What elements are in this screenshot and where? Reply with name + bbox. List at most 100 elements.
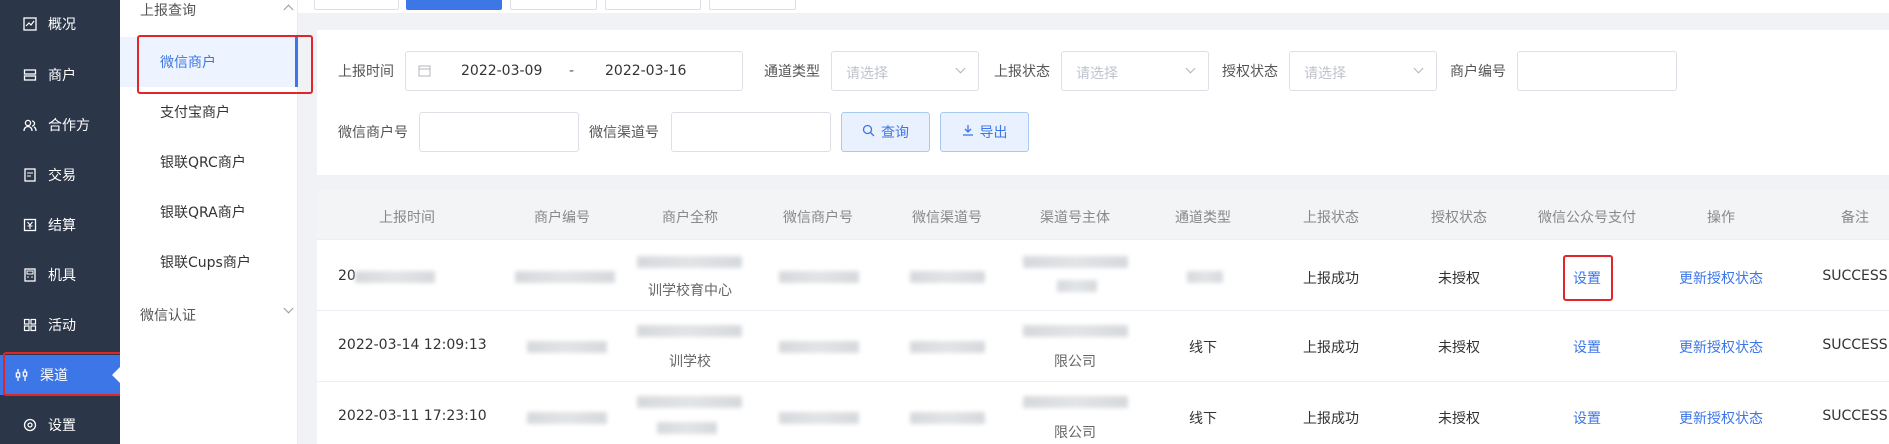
table-header: 上报时间 商户编号 商户全称 微信商户号 微信渠道号 渠道号主体 通道类型 上报…	[317, 190, 1889, 240]
tab-item[interactable]	[510, 0, 597, 10]
tab-item[interactable]	[605, 0, 701, 10]
date-end[interactable]: 2022-03-16	[605, 63, 686, 79]
cell-report-status: 上报成功	[1303, 271, 1359, 287]
table-row: 2022-03-14 12:09:13 训学校 限公司 线下 上报成功 未授权 …	[317, 311, 1889, 382]
nav-item-device[interactable]: 机具	[0, 255, 120, 295]
column-header: 商户全称	[662, 210, 718, 226]
merchant-no-label: 商户编号	[1450, 64, 1506, 80]
auth-status-label: 授权状态	[1222, 64, 1278, 80]
submenu-group-label: 微信认证	[140, 308, 196, 324]
calendar-icon	[418, 64, 431, 81]
update-auth-status-link[interactable]: 更新授权状态	[1679, 268, 1763, 288]
cell-channel-subject: 限公司	[1054, 354, 1096, 370]
nav-item-label: 机具	[48, 268, 76, 284]
select-placeholder: 请选择	[846, 66, 888, 82]
settings-icon	[22, 417, 38, 433]
redacted-block	[779, 412, 859, 424]
redacted-block	[637, 325, 742, 337]
report-time-label: 上报时间	[338, 64, 394, 80]
nav-item-settings[interactable]: 设置	[0, 405, 120, 444]
query-button[interactable]: 查询	[841, 112, 930, 152]
cell-channel-type: 线下	[1189, 411, 1217, 427]
redacted-block	[910, 412, 985, 424]
redacted-block	[1023, 396, 1128, 408]
select-placeholder: 请选择	[1304, 66, 1346, 82]
tab-item[interactable]	[709, 0, 796, 10]
download-icon	[962, 124, 974, 140]
merchant-no-input[interactable]	[1517, 51, 1677, 91]
nav-item-label: 合作方	[48, 118, 90, 134]
auth-status-select[interactable]: 请选择	[1289, 51, 1437, 91]
filter-panel: 上报时间 2022-03-09 - 2022-03-16 通道类型 请选择 上报…	[317, 30, 1889, 175]
redacted-block	[1023, 325, 1128, 337]
export-button[interactable]: 导出	[940, 112, 1029, 152]
tab-item[interactable]	[314, 0, 399, 10]
redacted-block	[527, 412, 607, 424]
redacted-block	[527, 341, 607, 353]
cell-report-status: 上报成功	[1303, 411, 1359, 427]
column-header: 授权状态	[1431, 210, 1487, 226]
cell-auth-status: 未授权	[1438, 340, 1480, 356]
tab-item-active[interactable]	[406, 0, 502, 10]
report-table: 上报时间 商户编号 商户全称 微信商户号 微信渠道号 渠道号主体 通道类型 上报…	[317, 190, 1889, 444]
submenu-item-unionpay-cups[interactable]: 银联Cups商户	[120, 237, 298, 287]
channel-type-select[interactable]: 请选择	[831, 51, 979, 91]
date-range-picker[interactable]: 2022-03-09 - 2022-03-16	[405, 51, 743, 91]
nav-item-transaction[interactable]: 交易	[0, 155, 120, 195]
date-start[interactable]: 2022-03-09	[461, 63, 542, 79]
activity-icon	[22, 317, 38, 333]
highlight-box-wechat-merchant	[137, 35, 313, 94]
update-auth-status-link[interactable]: 更新授权状态	[1679, 408, 1763, 428]
submenu-item-alipay-merchant[interactable]: 支付宝商户	[120, 87, 298, 137]
chevron-down-icon	[1185, 63, 1196, 74]
cell-auth-status: 未授权	[1438, 411, 1480, 427]
nav-item-merchant[interactable]: 商户	[0, 55, 120, 95]
chevron-down-icon	[283, 303, 294, 314]
wx-channel-no-label: 微信渠道号	[589, 125, 659, 141]
report-status-select[interactable]: 请选择	[1061, 51, 1209, 91]
submenu-group-report-query[interactable]: 上报查询	[140, 0, 294, 20]
nav-item-overview[interactable]: 概况	[0, 4, 120, 44]
redacted-block	[355, 271, 435, 283]
redacted-block	[637, 396, 742, 408]
nav-item-activity[interactable]: 活动	[0, 305, 120, 345]
redacted-block	[1187, 271, 1223, 283]
cell-merchant-name: 训学校育中心	[648, 283, 732, 299]
submenu-group-wechat-auth[interactable]: 微信认证	[140, 303, 294, 325]
table-row: 2022-03-11 17:23:10 限公司 线下 上报成功 未授权 设置 更…	[317, 382, 1889, 444]
wx-pay-settings-link[interactable]: 设置	[1573, 337, 1601, 357]
channel-type-label: 通道类型	[764, 64, 820, 80]
redacted-block	[637, 256, 742, 268]
device-icon	[22, 267, 38, 283]
select-placeholder: 请选择	[1076, 66, 1118, 82]
redacted-block	[910, 341, 985, 353]
cell-channel-type: 线下	[1189, 340, 1217, 356]
wx-channel-no-input[interactable]	[671, 112, 831, 152]
submenu-item-unionpay-qra[interactable]: 银联QRA商户	[120, 187, 298, 237]
nav-item-label: 商户	[48, 68, 76, 84]
date-separator: -	[569, 63, 575, 79]
cell-report-time: 2022-03-14 12:09:13	[338, 337, 487, 353]
submenu-item-unionpay-qrc[interactable]: 银联QRC商户	[120, 137, 298, 187]
wx-merchant-no-label: 微信商户号	[338, 125, 408, 141]
submenu-item-label: 银联QRA商户	[160, 205, 246, 221]
redacted-block	[657, 422, 717, 434]
export-button-label: 导出	[979, 125, 1008, 141]
submenu-item-label: 银联QRC商户	[160, 155, 246, 171]
column-header: 备注	[1841, 210, 1869, 226]
update-auth-status-link[interactable]: 更新授权状态	[1679, 337, 1763, 357]
column-header: 微信公众号支付	[1538, 210, 1636, 226]
nav-item-label: 设置	[48, 418, 76, 434]
wx-pay-settings-link[interactable]: 设置	[1573, 408, 1601, 428]
column-header: 微信商户号	[783, 210, 853, 226]
nav-item-label: 结算	[48, 218, 76, 234]
query-button-label: 查询	[881, 125, 909, 141]
redacted-block	[779, 341, 859, 353]
nav-item-settlement[interactable]: 结算	[0, 205, 120, 245]
wx-merchant-no-input[interactable]	[419, 112, 579, 152]
search-icon	[862, 124, 875, 141]
column-header: 操作	[1707, 210, 1735, 226]
nav-item-partner[interactable]: 合作方	[0, 105, 120, 145]
redacted-block	[515, 271, 615, 283]
cell-remark: SUCCESS	[1822, 408, 1888, 424]
